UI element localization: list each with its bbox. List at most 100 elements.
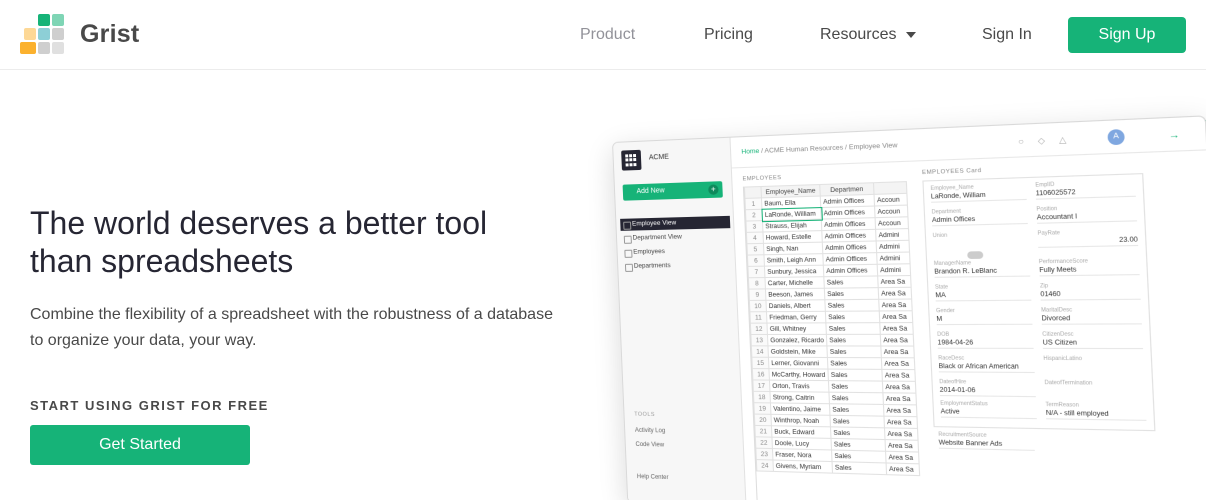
- department-cell: Sales: [827, 369, 883, 382]
- get-started-button[interactable]: Get Started: [30, 425, 250, 465]
- row-number-header: [744, 186, 762, 199]
- position-cell: Area Sa: [882, 381, 916, 394]
- activity-log-item: Activity Log: [634, 427, 666, 435]
- position-cell: Area Sa: [881, 369, 916, 382]
- position-cell: Area Sa: [878, 299, 913, 311]
- add-new-label: Add New: [636, 187, 665, 196]
- row-number: 24: [756, 459, 774, 472]
- column-header: [873, 181, 907, 195]
- employee-name-cell: Lerner, Giovanni: [768, 357, 828, 370]
- add-new-button: Add New +: [622, 181, 723, 201]
- field-dob: DOB 1984-04-26: [937, 331, 1034, 349]
- employee-name-cell: McCarthy, Howard: [768, 368, 829, 381]
- grid-section-title: EMPLOYEES: [742, 174, 782, 183]
- field-termination-date: DateofTermination: [1044, 379, 1093, 387]
- employee-card: Employee_Name LaRonde, William EmplID 1106…: [922, 173, 1156, 432]
- row-number: 15: [751, 357, 769, 369]
- app-screenshot: ACME Add New + Employee View Department …: [612, 115, 1206, 500]
- employee-name-cell: Gonzalez, Ricardo: [767, 334, 827, 346]
- field-term-reason: TermReason N/A - still employed: [1045, 402, 1147, 421]
- table-row: 15 Lerner, Giovanni Sales Area Sa: [751, 357, 915, 370]
- field-race: RaceDesc Black or African American: [938, 355, 1035, 374]
- nav-resources-menu[interactable]: Resources: [820, 26, 917, 44]
- top-navigation: Grist Product Pricing Resources Sign In …: [0, 0, 1206, 70]
- field-union: Union: [932, 232, 948, 240]
- toolbar-icons: ○ ◇ △: [1018, 135, 1067, 147]
- table-row: 12 Gill, Whitney Sales Area Sa: [750, 322, 914, 335]
- brand-name: Grist: [80, 19, 140, 48]
- logo-tile: [52, 28, 64, 40]
- union-toggle: [967, 251, 984, 260]
- field-zip: Zip 01460: [1040, 282, 1141, 301]
- field-state: State MA: [935, 283, 1032, 302]
- table-row: 11 Friedman, Gerry Sales Area Sa: [749, 310, 913, 324]
- table-row: 13 Gonzalez, Ricardo Sales Area Sa: [750, 334, 914, 347]
- department-cell: Sales: [829, 415, 885, 428]
- hero-headline: The world deserves a better tool than sp…: [30, 205, 488, 279]
- employee-name-cell: Strong, Caitrin: [769, 391, 830, 404]
- position-cell: Admini: [876, 240, 910, 253]
- breadcrumb-path: / ACME Human Resources / Employee View: [760, 141, 898, 155]
- logo-tile: [52, 42, 64, 54]
- employees-grid: Employee_Name Departmen 1 Baum, Ella Admin…: [742, 180, 929, 500]
- row-number: 5: [746, 243, 764, 256]
- field-marital: MaritalDesc Divorced: [1041, 307, 1142, 325]
- department-cell: Sales: [823, 275, 879, 289]
- position-cell: Admini: [876, 252, 911, 265]
- collapse-icon: →: [1168, 128, 1180, 141]
- department-cell: Sales: [825, 310, 880, 323]
- row-number: 12: [750, 323, 768, 335]
- page-employee-view: Employee View: [620, 215, 731, 231]
- field-payrate: PayRate 23.00: [1037, 228, 1139, 248]
- department-cell: Sales: [826, 334, 881, 347]
- employee-name-cell: Daniels, Albert: [765, 299, 826, 312]
- bell-icon: △: [1058, 134, 1067, 146]
- table-row: 14 Goldstein, Mike Sales Area Sa: [751, 345, 915, 358]
- code-view-item: Code View: [635, 441, 665, 449]
- position-cell: Area Sa: [880, 346, 915, 358]
- field-gender: Gender M: [936, 307, 1033, 326]
- card-section-title: EMPLOYEES Card: [921, 167, 982, 177]
- table-row: 10 Daniels, Albert Sales Area Sa: [749, 299, 913, 312]
- help-center-item: Help Center: [636, 474, 669, 482]
- department-cell: Sales: [824, 287, 879, 300]
- field-hispanic: HispanicLatino: [1043, 355, 1083, 363]
- employee-name-cell: Givens, Myriam: [772, 460, 833, 474]
- app-window: ACME Add New + Employee View Department …: [612, 115, 1206, 500]
- position-cell: Accoun: [874, 193, 908, 207]
- employee-name-cell: Goldstein, Mike: [767, 345, 828, 358]
- employee-name-cell: Beeson, James: [765, 288, 825, 301]
- employee-name-cell: Valentino, Jaime: [770, 402, 830, 416]
- field-status: EmploymentStatus Active: [940, 400, 1037, 420]
- department-cell: Admin Offices: [823, 264, 878, 277]
- avatar: A: [1107, 129, 1125, 146]
- logo-tile: [52, 14, 64, 26]
- nav-product-link[interactable]: Product: [580, 26, 635, 44]
- department-cell: Sales: [828, 380, 883, 393]
- sign-in-link[interactable]: Sign In: [982, 26, 1032, 44]
- position-cell: Admini: [877, 263, 911, 276]
- position-cell: Area Sa: [879, 322, 914, 335]
- field-hire-date: DateofHire 2014-01-06: [939, 379, 1036, 398]
- nav-pricing-link[interactable]: Pricing: [704, 26, 753, 44]
- row-number: 9: [748, 288, 766, 301]
- employee-name-cell: Orton, Travis: [769, 380, 829, 393]
- field-recruitment-source: RecruitmentSource Website Banner Ads: [938, 432, 1035, 451]
- org-logo-icon: [621, 149, 642, 171]
- position-cell: Area Sa: [880, 334, 914, 347]
- row-number: 22: [755, 436, 773, 449]
- sign-up-button[interactable]: Sign Up: [1068, 17, 1186, 53]
- employee-name-cell: Friedman, Gerry: [766, 311, 826, 324]
- row-number: 7: [747, 266, 765, 278]
- field-citizen: CitizenDesc US Citizen: [1042, 331, 1144, 350]
- app-topbar: Home / ACME Human Resources / Employee V…: [730, 116, 1206, 169]
- grist-logo[interactable]: Grist: [20, 14, 139, 54]
- row-number: 20: [754, 414, 772, 426]
- position-cell: Area Sa: [885, 439, 919, 453]
- grist-logo-mark: [20, 14, 66, 54]
- plus-icon: +: [708, 184, 719, 195]
- row-number: 19: [753, 402, 771, 415]
- department-cell: Sales: [832, 461, 887, 475]
- position-cell: Admini: [875, 228, 910, 241]
- department-cell: Sales: [827, 357, 882, 370]
